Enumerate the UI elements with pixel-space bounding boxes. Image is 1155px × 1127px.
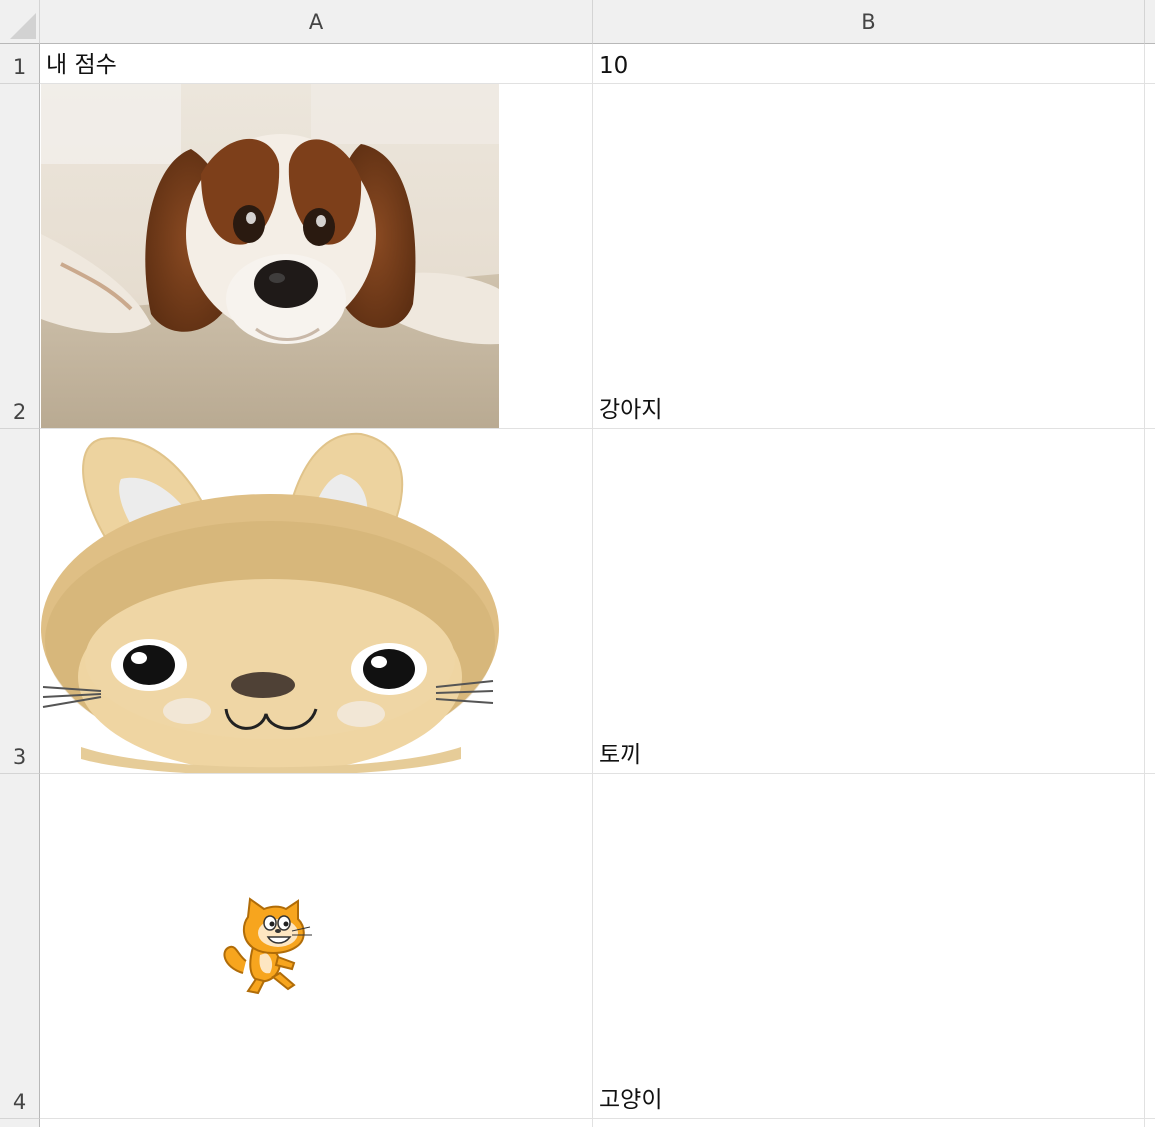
cell-a1-text: 내 점수 <box>46 52 117 78</box>
row-header-5[interactable] <box>0 1119 40 1127</box>
column-header-c[interactable] <box>1145 0 1155 44</box>
cell-b1-text: 10 <box>599 53 629 79</box>
row-header-4-label: 4 <box>12 1090 27 1114</box>
cell-b4[interactable]: 고양이 <box>593 774 1145 1119</box>
cell-c1[interactable] <box>1145 44 1155 84</box>
row-header-2[interactable]: 2 <box>0 84 40 429</box>
select-all-triangle-icon <box>10 13 36 39</box>
cell-a5[interactable] <box>40 1119 593 1127</box>
row-header-3[interactable]: 3 <box>0 429 40 774</box>
column-header-b[interactable]: B <box>593 0 1145 44</box>
row-header-3-label: 3 <box>12 745 27 769</box>
cell-b3[interactable]: 토끼 <box>593 429 1145 774</box>
column-header-b-label: B <box>861 9 876 34</box>
cell-b2[interactable]: 강아지 <box>593 84 1145 429</box>
rabbit-illustration[interactable] <box>41 429 499 773</box>
cell-b1[interactable]: 10 <box>593 44 1145 84</box>
dog-icon <box>41 84 499 428</box>
cell-c2[interactable] <box>1145 84 1155 429</box>
row-header-1-label: 1 <box>12 55 27 79</box>
dog-photo[interactable] <box>41 84 499 428</box>
cat-icon <box>223 897 312 995</box>
row-header-4[interactable]: 4 <box>0 774 40 1119</box>
column-header-a-label: A <box>308 9 324 34</box>
cell-b3-text: 토끼 <box>599 742 642 768</box>
cell-b4-text: 고양이 <box>599 1087 663 1113</box>
rabbit-icon <box>41 432 499 773</box>
column-header-a[interactable]: A <box>40 0 593 44</box>
cat-sprite[interactable] <box>218 895 318 997</box>
spreadsheet-grid: A B 1 2 3 4 내 점수 10 강아지 토끼 고양이 <box>0 0 1155 1127</box>
cell-a1[interactable]: 내 점수 <box>40 44 593 84</box>
cell-c3[interactable] <box>1145 429 1155 774</box>
cell-b2-text: 강아지 <box>599 397 663 423</box>
cell-b5[interactable] <box>593 1119 1145 1127</box>
row-header-1[interactable]: 1 <box>0 44 40 84</box>
cell-c4[interactable] <box>1145 774 1155 1119</box>
select-all-corner[interactable] <box>0 0 40 44</box>
row-header-2-label: 2 <box>12 400 27 424</box>
